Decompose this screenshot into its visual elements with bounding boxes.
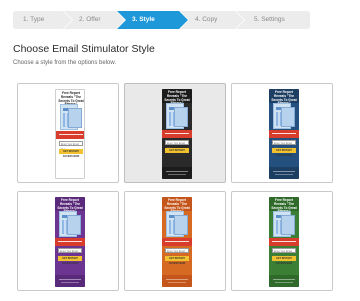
widget-headline: Free Report Reveals "The Secrets To Grea…	[162, 197, 192, 213]
book-cover-image	[68, 108, 82, 128]
email-field: Enter Your Email Here	[165, 140, 189, 150]
step-label: 5. Settings	[254, 16, 285, 23]
book-cover-image	[67, 215, 81, 235]
widget-footer	[162, 275, 192, 287]
email-field: Enter Your Email Here	[165, 248, 189, 258]
style-option-white[interactable]: Free Report Reveals "The Secrets To Grea…	[17, 83, 119, 183]
step-settings[interactable]: 5. Settings	[236, 11, 310, 29]
book-cover-image	[281, 107, 295, 127]
access-button: GET INSTANT ACCESS NOW	[272, 256, 296, 265]
widget-preview: Free Report Reveals "The Secrets To Grea…	[55, 197, 85, 287]
red-banner	[162, 130, 192, 138]
page-title: Choose Email Stimulator Style	[13, 43, 155, 55]
style-option-green[interactable]: Free Report Reveals "The Secrets To Grea…	[231, 191, 333, 291]
book-cover-image	[281, 215, 295, 235]
email-field: Enter Your Email Here	[58, 248, 82, 258]
red-banner	[269, 238, 299, 246]
access-button: GET INSTANT ACCESS NOW	[165, 148, 189, 157]
step-label: 1. Type	[23, 16, 45, 23]
email-field: Enter Your Email Here	[272, 248, 296, 258]
access-button: GET INSTANT ACCESS NOW	[272, 148, 296, 157]
step-label: 2. Offer	[79, 16, 101, 23]
widget-footer	[269, 167, 299, 179]
access-button: GET INSTANT ACCESS NOW	[58, 256, 82, 265]
red-banner	[55, 238, 85, 246]
email-field: Enter Your Email Here	[272, 140, 296, 150]
access-button: GET INSTANT ACCESS NOW	[165, 256, 189, 265]
widget-footer	[55, 275, 85, 287]
widget-headline: Free Report Reveals "The Secrets To Grea…	[56, 90, 84, 106]
style-option-dark[interactable]: Free Report Reveals "The Secrets To Grea…	[124, 83, 226, 183]
widget-footer	[162, 167, 192, 179]
widget-footer	[56, 168, 84, 178]
red-banner	[56, 131, 84, 139]
style-option-purple[interactable]: Free Report Reveals "The Secrets To Grea…	[17, 191, 119, 291]
step-style[interactable]: 3. Style	[117, 11, 189, 29]
step-label: 4. Copy	[195, 16, 218, 23]
style-option-blue[interactable]: Free Report Reveals "The Secrets To Grea…	[231, 83, 333, 183]
page-subtitle: Choose a style from the options below.	[13, 60, 117, 66]
wizard-steps: 1. Type 2. Offer 3. Style 4. Copy 5. Set…	[13, 11, 311, 29]
step-label: 3. Style	[132, 16, 155, 23]
widget-headline: Free Report Reveals "The Secrets To Grea…	[269, 89, 299, 105]
widget-headline: Free Report Reveals "The Secrets To Grea…	[55, 197, 85, 213]
red-banner	[269, 130, 299, 138]
widget-preview: Free Report Reveals "The Secrets To Grea…	[269, 89, 299, 179]
widget-preview: Free Report Reveals "The Secrets To Grea…	[162, 197, 192, 287]
access-button: GET INSTANT ACCESS NOW	[59, 149, 83, 158]
book-cover-image	[174, 107, 188, 127]
email-field: Enter Your Email Here	[59, 141, 83, 151]
step-type[interactable]: 1. Type	[13, 11, 73, 29]
widget-preview: Free Report Reveals "The Secrets To Grea…	[162, 89, 192, 179]
widget-preview: Free Report Reveals "The Secrets To Grea…	[55, 89, 85, 179]
widget-preview: Free Report Reveals "The Secrets To Grea…	[269, 197, 299, 287]
widget-headline: Free Report Reveals "The Secrets To Grea…	[269, 197, 299, 213]
red-banner	[162, 238, 192, 246]
style-option-orange[interactable]: Free Report Reveals "The Secrets To Grea…	[124, 191, 226, 291]
widget-headline: Free Report Reveals "The Secrets To Grea…	[162, 89, 192, 105]
widget-footer	[269, 275, 299, 287]
book-cover-image	[174, 215, 188, 235]
